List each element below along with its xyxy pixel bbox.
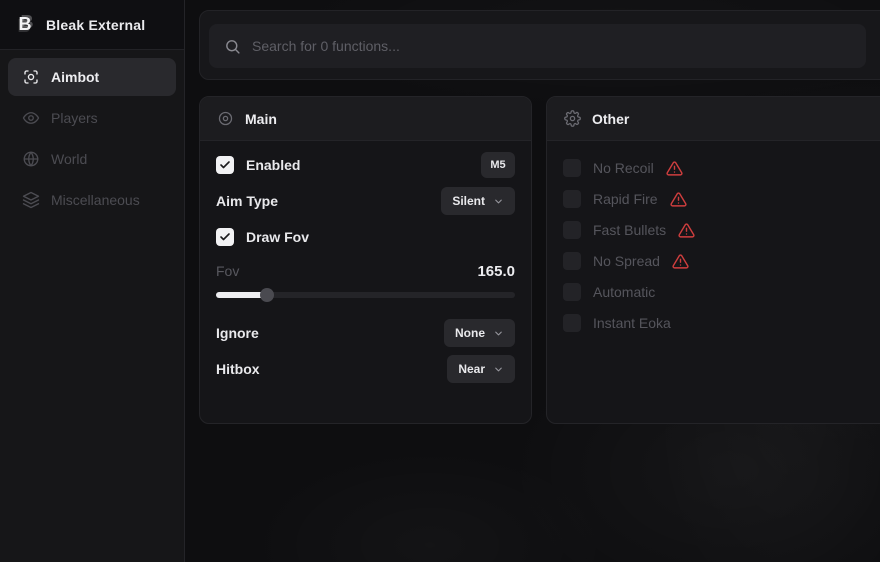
no-spread-label: No Spread [593, 253, 660, 269]
main-panel-body: Enabled M5 Aim Type Silent D [200, 141, 531, 383]
fast-bullets-checkbox[interactable] [563, 221, 581, 239]
hitbox-row: Hitbox Near [216, 355, 515, 383]
ignore-row: Ignore None [216, 319, 515, 347]
gear-icon [564, 110, 581, 127]
app-logo-icon: B [14, 14, 36, 36]
no-recoil-checkbox[interactable] [563, 159, 581, 177]
aim-type-label: Aim Type [216, 193, 278, 209]
sidebar-item-aimbot[interactable]: Aimbot [8, 58, 176, 96]
chevron-down-icon [493, 328, 504, 339]
instant-eoka-row[interactable]: Instant Eoka [563, 310, 880, 336]
fov-value: 165.0 [477, 263, 515, 280]
fast-bullets-row[interactable]: Fast Bullets [563, 217, 880, 243]
sidebar: B Bleak External Aimbot [0, 0, 185, 562]
enabled-label: Enabled [246, 157, 300, 173]
enabled-row: Enabled M5 [216, 151, 515, 179]
other-panel-header: Other [547, 97, 880, 141]
draw-fov-checkbox[interactable] [216, 228, 234, 246]
instant-eoka-label: Instant Eoka [593, 315, 671, 331]
other-panel: Other No Recoil Rapid Fire [546, 96, 880, 424]
layers-icon [22, 191, 40, 209]
hitbox-dropdown[interactable]: Near [447, 355, 515, 383]
draw-fov-label: Draw Fov [246, 229, 309, 245]
search-panel [199, 10, 880, 80]
instant-eoka-checkbox[interactable] [563, 314, 581, 332]
sidebar-item-world[interactable]: World [8, 140, 176, 178]
chevron-down-icon [493, 196, 504, 207]
ignore-label: Ignore [216, 325, 259, 341]
automatic-checkbox[interactable] [563, 283, 581, 301]
fov-label: Fov [216, 263, 239, 279]
main-panel: Main Enabled M5 Aim Type Silent [199, 96, 532, 424]
globe-icon [22, 150, 40, 168]
fov-slider[interactable] [216, 288, 515, 302]
no-spread-row[interactable]: No Spread [563, 248, 880, 274]
eye-icon [22, 109, 40, 127]
crosshair-scan-icon [22, 68, 40, 86]
fov-header: Fov 165.0 [216, 261, 515, 281]
main-panel-header: Main [200, 97, 531, 141]
ignore-value: None [455, 326, 485, 340]
warning-icon [678, 222, 695, 239]
warning-icon [666, 160, 683, 177]
main-panel-title: Main [245, 111, 277, 127]
hitbox-value: Near [458, 362, 485, 376]
draw-fov-row: Draw Fov [216, 223, 515, 251]
hitbox-label: Hitbox [216, 361, 260, 377]
other-panel-body: No Recoil Rapid Fire [547, 141, 880, 336]
sidebar-item-label: World [51, 151, 87, 167]
no-recoil-row[interactable]: No Recoil [563, 155, 880, 181]
search-icon [224, 38, 241, 55]
automatic-label: Automatic [593, 284, 655, 300]
target-icon [217, 110, 234, 127]
keybind-badge[interactable]: M5 [481, 152, 515, 178]
search-box[interactable] [209, 24, 866, 68]
ignore-dropdown[interactable]: None [444, 319, 515, 347]
sidebar-item-players[interactable]: Players [8, 99, 176, 137]
aim-type-dropdown[interactable]: Silent [441, 187, 515, 215]
rapid-fire-row[interactable]: Rapid Fire [563, 186, 880, 212]
no-spread-checkbox[interactable] [563, 252, 581, 270]
automatic-row[interactable]: Automatic [563, 279, 880, 305]
app-title: Bleak External [46, 17, 145, 33]
aim-type-value: Silent [452, 194, 485, 208]
fov-slider-thumb[interactable] [260, 288, 274, 302]
chevron-down-icon [493, 364, 504, 375]
rapid-fire-label: Rapid Fire [593, 191, 658, 207]
sidebar-item-miscellaneous[interactable]: Miscellaneous [8, 181, 176, 219]
warning-icon [670, 191, 687, 208]
sidebar-header: B Bleak External [0, 0, 184, 50]
warning-icon [672, 253, 689, 270]
sidebar-nav: Aimbot Players World [0, 50, 184, 230]
sidebar-item-label: Players [51, 110, 98, 126]
no-recoil-label: No Recoil [593, 160, 654, 176]
app-window: B Bleak External Aimbot [0, 0, 880, 562]
other-panel-title: Other [592, 111, 629, 127]
enabled-checkbox[interactable] [216, 156, 234, 174]
fast-bullets-label: Fast Bullets [593, 222, 666, 238]
aim-type-row: Aim Type Silent [216, 187, 515, 215]
sidebar-item-label: Miscellaneous [51, 192, 140, 208]
rapid-fire-checkbox[interactable] [563, 190, 581, 208]
search-input[interactable] [252, 38, 851, 54]
sidebar-item-label: Aimbot [51, 69, 99, 85]
